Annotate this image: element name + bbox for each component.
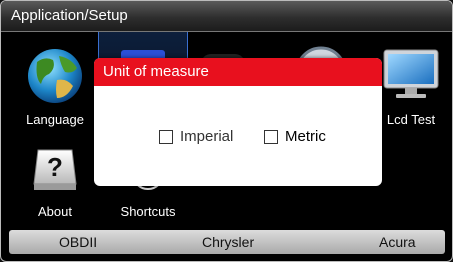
acura-button[interactable]: Acura <box>379 234 416 250</box>
page-title: Application/Setup <box>11 7 128 24</box>
about-label: About <box>38 204 72 219</box>
metric-option[interactable]: Metric <box>264 128 326 145</box>
unit-of-measure-dialog: Unit of measure Imperial Metric <box>94 58 382 186</box>
shortcuts-label: Shortcuts <box>120 204 176 219</box>
obdii-button[interactable]: OBDII <box>59 234 97 250</box>
question-key-icon: ? <box>33 149 77 190</box>
metric-checkbox[interactable] <box>264 129 278 144</box>
language-tile[interactable]: Language <box>5 40 105 130</box>
svg-text:?: ? <box>47 152 63 182</box>
imperial-option[interactable]: Imperial <box>159 128 233 145</box>
imperial-checkbox[interactable] <box>159 129 173 144</box>
language-label: Language <box>26 112 84 127</box>
imperial-label: Imperial <box>180 128 234 145</box>
app-window: Application/Setup Language Lcd Test ? Ab… <box>0 0 453 262</box>
metric-label: Metric <box>285 128 326 145</box>
about-tile[interactable]: ? About <box>5 142 105 228</box>
bottom-bar: OBDII Chrysler Acura <box>9 230 445 254</box>
chrysler-button[interactable]: Chrysler <box>202 234 254 250</box>
monitor-icon <box>383 49 439 98</box>
title-bar: Application/Setup <box>1 1 452 32</box>
dialog-title: Unit of measure <box>94 58 382 86</box>
globe-icon <box>28 49 82 103</box>
